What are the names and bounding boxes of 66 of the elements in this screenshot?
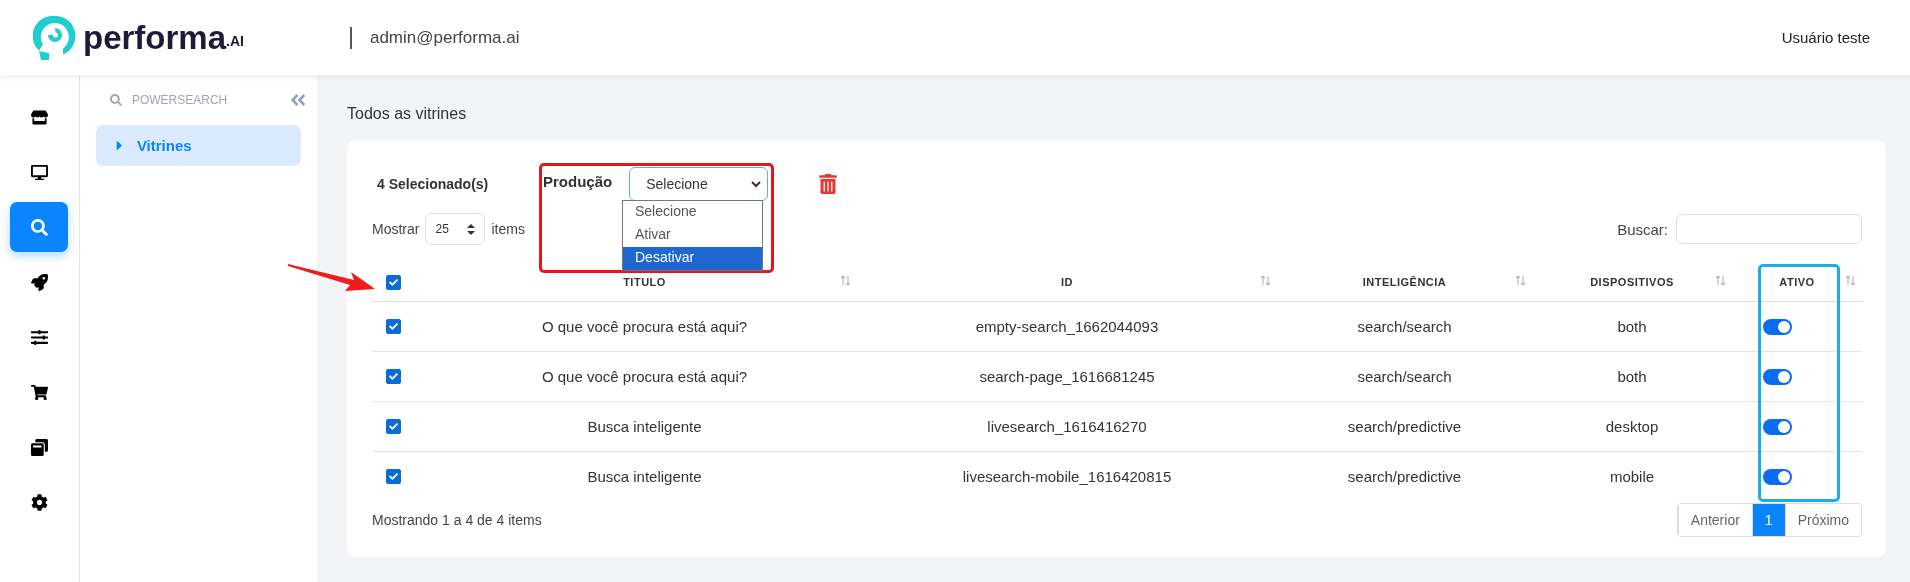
check-icon (388, 277, 398, 287)
table-cell: desktop (1605, 418, 1659, 435)
row-checkbox[interactable] (385, 369, 401, 384)
logo-text: performa (83, 18, 227, 57)
table-cell: search/predictive (1347, 468, 1462, 485)
table-cell: mobile (1609, 468, 1655, 485)
stepper-icon (467, 223, 476, 235)
cart-icon (30, 383, 48, 401)
search-label: Buscar: (1617, 220, 1668, 238)
table-cell: search-page_1616681245 (979, 368, 1155, 385)
column-header[interactable]: INTELIGÊNCIA (1362, 276, 1447, 288)
table-cell: Busca inteligente (587, 418, 702, 435)
active-toggle[interactable] (1762, 318, 1792, 335)
sliders-icon (30, 328, 48, 346)
show-label: Mostrar (372, 221, 420, 237)
search-icon (109, 94, 122, 106)
table-info: Mostrando 1 a 4 de 4 items (372, 512, 542, 528)
selection-count: 4 Selecionado(s) (377, 176, 490, 192)
store-icon (30, 108, 48, 126)
collapse-icon[interactable] (289, 91, 307, 109)
table-cell: livesearch-mobile_1616420815 (962, 468, 1172, 485)
search-icon (30, 218, 48, 236)
table-cell: Busca inteligente (587, 468, 702, 485)
table-cell: both (1617, 318, 1647, 335)
table-cell: search/predictive (1347, 418, 1462, 435)
table-cell: O que você procura está aqui? (541, 318, 748, 335)
section-title: POWERSEARCH (131, 93, 228, 107)
table-cell: both (1617, 368, 1647, 385)
settings-icon (30, 493, 48, 511)
page-button[interactable]: Próximo (1784, 504, 1861, 536)
table-cell: search/search (1357, 368, 1452, 385)
row-checkbox[interactable] (385, 419, 401, 434)
column-header[interactable]: ID (1061, 276, 1073, 288)
logo-suffix: .AI (226, 33, 244, 49)
table-cell: livesearch_1616416270 (987, 418, 1147, 435)
user-name[interactable]: Usuário teste (1781, 29, 1870, 46)
rocket-icon (30, 273, 48, 291)
column-header[interactable]: ATIVO (1779, 276, 1815, 288)
check-icon (388, 322, 398, 331)
table-cell: search/search (1357, 318, 1452, 335)
check-icon (388, 372, 398, 381)
column-header[interactable]: DISPOSITIVOS (1590, 276, 1674, 288)
delete-icon[interactable] (818, 174, 839, 194)
action-label: Produção (543, 172, 613, 190)
table-cell: empty-search_1662044093 (975, 318, 1159, 335)
active-toggle[interactable] (1762, 368, 1792, 385)
chevron-icon (751, 180, 762, 188)
items-label: items (491, 221, 525, 237)
windows-icon (30, 438, 48, 456)
account-email: admin@performa.ai (349, 26, 520, 49)
dropdown-option[interactable]: Desativar (623, 247, 762, 270)
page-button[interactable]: 1 (1751, 504, 1785, 536)
search-field[interactable] (1676, 214, 1862, 244)
row-checkbox[interactable] (385, 319, 401, 334)
active-toggle[interactable] (1762, 468, 1792, 485)
check-icon (388, 422, 398, 431)
table-cell: O que você procura está aqui? (541, 368, 748, 385)
monitor-icon (30, 163, 48, 181)
logo-icon (33, 13, 77, 62)
active-toggle[interactable] (1762, 418, 1792, 435)
column-header[interactable]: TITULO (623, 276, 666, 288)
page-size-select[interactable]: 25 (425, 213, 486, 245)
select-all-checkbox[interactable] (385, 274, 401, 290)
check-icon (388, 472, 398, 481)
page-title: Todos as vitrines (347, 105, 468, 123)
row-checkbox[interactable] (385, 469, 401, 484)
